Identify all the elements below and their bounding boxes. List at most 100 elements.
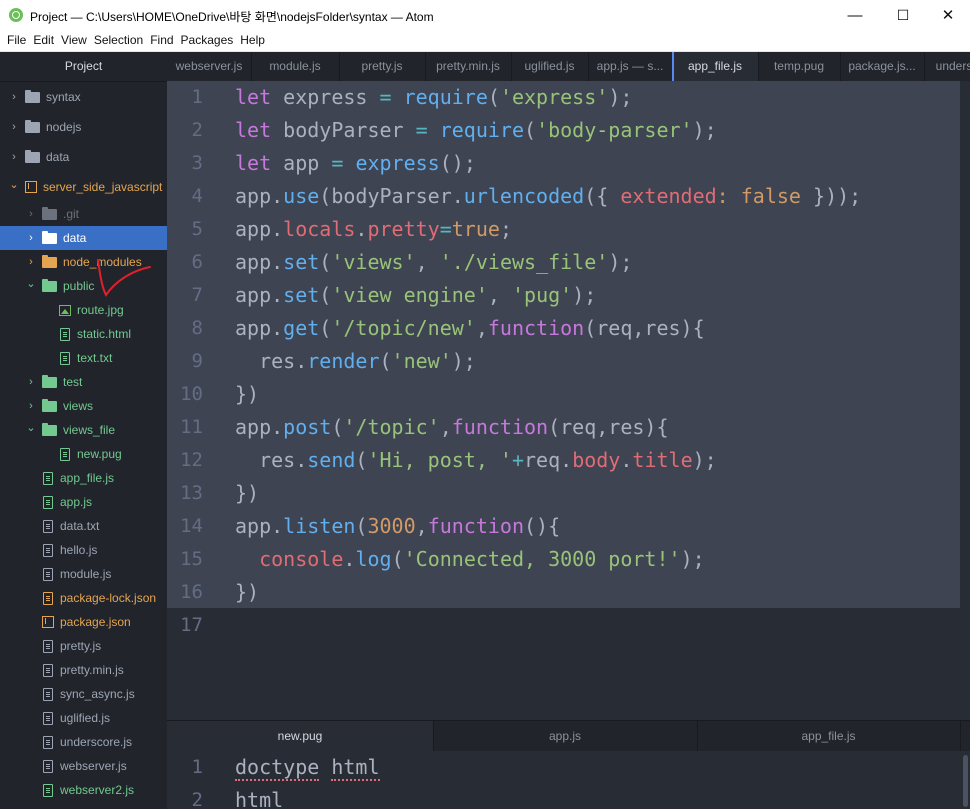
- editor-tab[interactable]: unders: [924, 52, 970, 81]
- code-token: );: [608, 250, 633, 274]
- chevron-down-icon[interactable]: ⌄: [25, 277, 37, 290]
- tree-item[interactable]: package.json: [0, 610, 167, 634]
- tree-item[interactable]: sync_async.js: [0, 682, 167, 706]
- tree-item[interactable]: ⌄ public: [0, 274, 167, 298]
- menu-selection[interactable]: Selection: [91, 30, 147, 47]
- tree-item[interactable]: static.html: [0, 322, 167, 346]
- code-token: function: [427, 514, 525, 538]
- editor-tab[interactable]: pretty.min.js: [425, 52, 512, 81]
- code-line: console.log('Connected, 3000 port!');: [235, 547, 705, 571]
- tree-item[interactable]: hello.js: [0, 538, 167, 562]
- tree-item[interactable]: › data: [0, 145, 167, 169]
- code-token: .: [343, 547, 356, 571]
- code-token: ,: [487, 283, 512, 307]
- code-token: app: [271, 151, 332, 175]
- chevron-right-icon[interactable]: ›: [25, 208, 37, 220]
- chevron-right-icon[interactable]: ›: [8, 151, 20, 163]
- code-token: +: [511, 448, 525, 472]
- tree-item[interactable]: › syntax: [0, 85, 167, 109]
- editor-tab[interactable]: pretty.js: [339, 52, 426, 81]
- code-token: }): [235, 481, 260, 505]
- tree-item[interactable]: › data: [0, 226, 167, 250]
- menu-file[interactable]: File: [4, 30, 30, 47]
- code-token: 'express': [499, 85, 609, 109]
- code-token: (: [319, 283, 332, 307]
- scrollbar[interactable]: [963, 755, 968, 807]
- code-token: send: [307, 448, 356, 472]
- tree-item[interactable]: pretty.js: [0, 634, 167, 658]
- file-text-icon: [43, 759, 53, 773]
- editor-tab[interactable]: app.js — s...: [588, 52, 673, 81]
- tree-item[interactable]: module.js: [0, 562, 167, 586]
- chevron-right-icon[interactable]: ›: [8, 121, 20, 133]
- tree-item[interactable]: new.pug: [0, 442, 167, 466]
- tree-item[interactable]: data.txt: [0, 514, 167, 538]
- image-file-icon: [59, 304, 71, 316]
- editor-tab[interactable]: temp.pug: [758, 52, 841, 81]
- line-number: 3: [191, 152, 203, 174]
- tree-item[interactable]: uglified.js: [0, 706, 167, 730]
- tree-item[interactable]: pretty.min.js: [0, 658, 167, 682]
- file-text-icon: [60, 327, 70, 341]
- bottom-tab[interactable]: new.pug: [167, 721, 434, 751]
- tree-item-label: webserver2.js: [60, 783, 135, 797]
- code-token: );: [692, 448, 717, 472]
- code-editor[interactable]: 1 let express = require('express'); 2 let b…: [167, 81, 970, 720]
- tree-item[interactable]: › node_modules: [0, 250, 167, 274]
- close-button[interactable]: ✕: [925, 0, 970, 30]
- tree-item[interactable]: › test: [0, 370, 167, 394]
- code-token: );: [680, 547, 705, 571]
- menu-view[interactable]: View: [58, 30, 91, 47]
- tree-item[interactable]: › nodejs: [0, 115, 167, 139]
- editor-tab[interactable]: app_file.js: [672, 52, 759, 81]
- menu-find[interactable]: Find: [147, 30, 177, 47]
- chevron-down-icon[interactable]: ⌄: [8, 178, 20, 191]
- tree-item[interactable]: ⌄ server_side_javascript: [0, 175, 167, 199]
- chevron-right-icon[interactable]: ›: [25, 400, 37, 412]
- line-number: 9: [191, 350, 203, 372]
- editor-tab[interactable]: package.js...: [840, 52, 925, 81]
- tree-item[interactable]: webserver2.js: [0, 778, 167, 802]
- code-token: body: [572, 448, 621, 472]
- tree-item[interactable]: app_file.js: [0, 466, 167, 490]
- maximize-button[interactable]: ☐: [880, 0, 926, 30]
- chevron-down-icon[interactable]: ⌄: [25, 421, 37, 434]
- code-line: let bodyParser = require('body-parser');: [235, 118, 717, 142]
- editor-tab[interactable]: module.js: [251, 52, 340, 81]
- code-token: (){: [524, 514, 561, 538]
- code-line: app.get('/topic/new',function(req,res){: [235, 316, 705, 340]
- chevron-right-icon[interactable]: ›: [25, 256, 37, 268]
- bottom-tab[interactable]: app_file.js: [697, 721, 961, 751]
- bottom-tab[interactable]: app.js: [433, 721, 698, 751]
- chevron-right-icon[interactable]: ›: [25, 232, 37, 244]
- minimize-button[interactable]: —: [832, 0, 878, 30]
- line-number: 16: [180, 581, 203, 603]
- code-token: (: [524, 118, 537, 142]
- tree-item[interactable]: webserver.js: [0, 754, 167, 778]
- tree-item-label: data.txt: [60, 519, 100, 533]
- code-token: .: [620, 448, 633, 472]
- code-token: (: [355, 514, 368, 538]
- chevron-right-icon[interactable]: ›: [8, 91, 20, 103]
- tree-item[interactable]: ⌄ views_file: [0, 418, 167, 442]
- menu-packages[interactable]: Packages: [178, 30, 238, 47]
- tree-item[interactable]: text.txt: [0, 346, 167, 370]
- tree-item[interactable]: › .git: [0, 202, 167, 226]
- code-token: urlencoded: [463, 184, 585, 208]
- editor-tab[interactable]: webserver.js: [167, 52, 252, 81]
- tree-item[interactable]: underscore.js: [0, 730, 167, 754]
- file-text-icon: [43, 783, 53, 797]
- tree-item[interactable]: route.jpg: [0, 298, 167, 322]
- tree-item[interactable]: › views: [0, 394, 167, 418]
- editor-tab[interactable]: uglified.js: [511, 52, 589, 81]
- tree-item[interactable]: app.js: [0, 490, 167, 514]
- chevron-right-icon[interactable]: ›: [25, 376, 37, 388]
- menu-help[interactable]: Help: [237, 30, 269, 47]
- line-number: 6: [191, 251, 203, 273]
- line-number: 5: [191, 218, 203, 240]
- menu-edit[interactable]: Edit: [30, 30, 58, 47]
- bottom-code-editor[interactable]: 1 doctype html 2 html: [167, 751, 970, 809]
- tree-item[interactable]: package-lock.json: [0, 586, 167, 610]
